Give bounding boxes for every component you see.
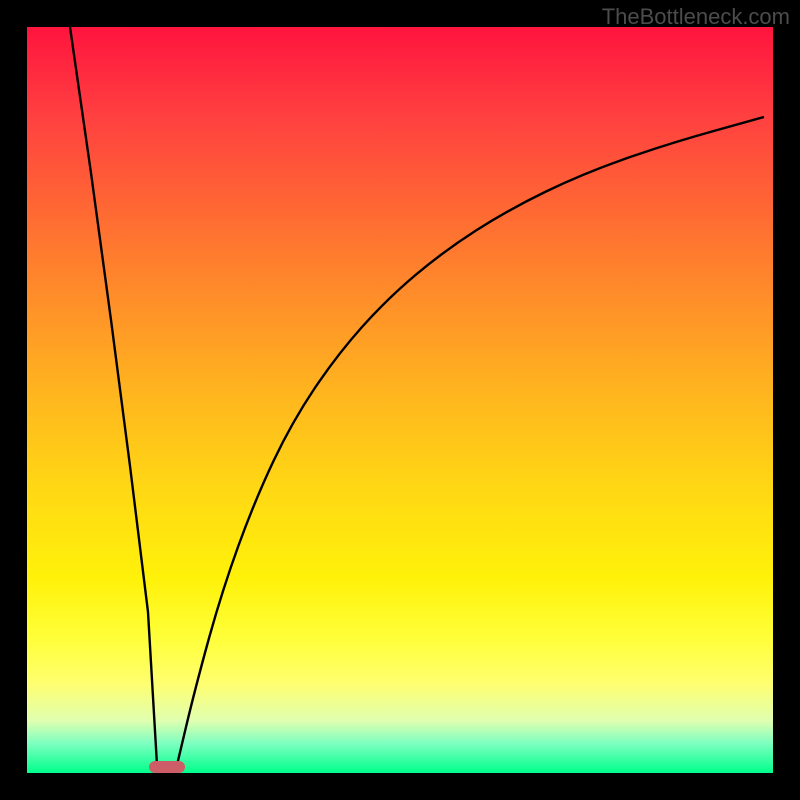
watermark-text: TheBottleneck.com [602, 4, 790, 30]
bottleneck-marker [149, 761, 185, 773]
chart-plot-area [27, 27, 773, 773]
